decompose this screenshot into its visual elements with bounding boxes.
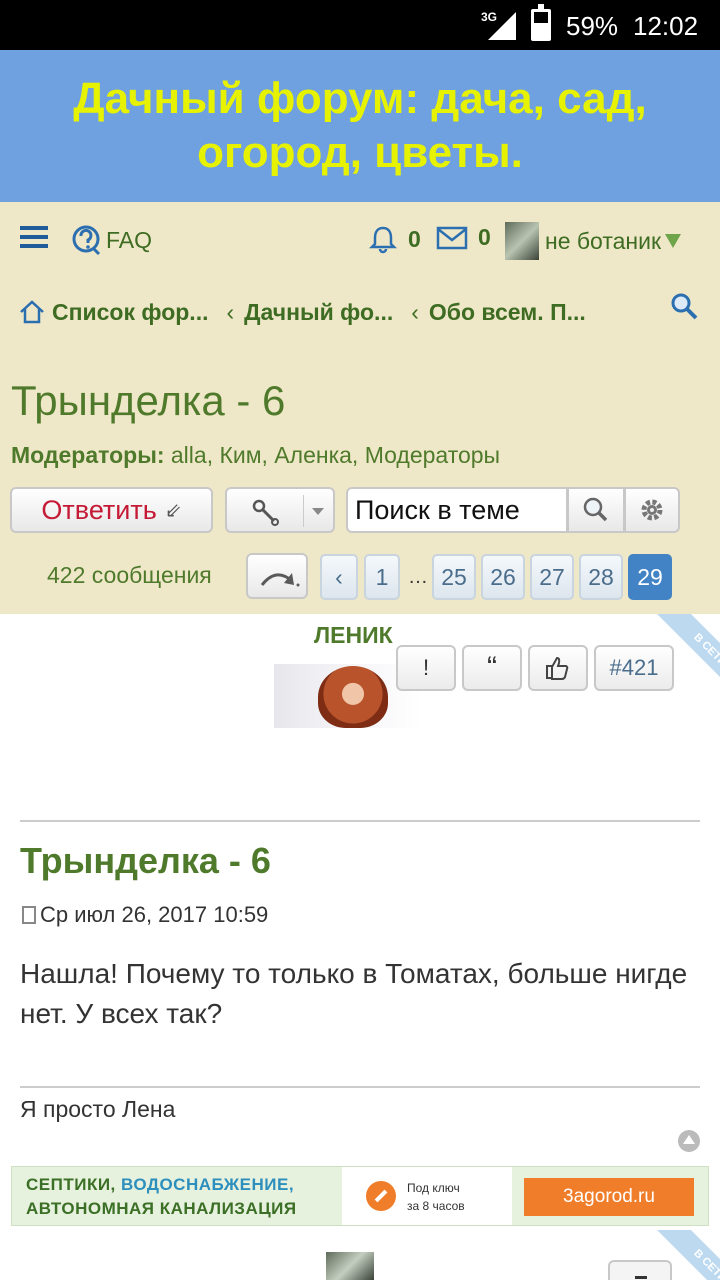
wrench-icon	[252, 499, 279, 526]
clock: 12:02	[633, 11, 699, 41]
message-count: 422 сообщения	[47, 562, 212, 588]
user-menu[interactable]: не ботаник	[505, 222, 682, 260]
breadcrumb-separator: ‹	[411, 298, 419, 325]
help-icon	[72, 225, 101, 256]
reply-arrow-icon: ⇙	[164, 499, 182, 522]
post-title[interactable]: Трынделка - 6	[20, 840, 271, 882]
breadcrumb: Список фор... ‹ Дачный фо... ‹ Обо всем.…	[18, 292, 718, 332]
dropdown-triangle-icon	[665, 234, 682, 248]
faq-link[interactable]: FAQ	[70, 224, 152, 256]
forum-title: Дачный форум: дача, сад, огород, цветы.	[73, 74, 647, 177]
breadcrumb-separator: ‹	[226, 298, 235, 325]
forum-banner[interactable]: Дачный форум: дача, сад, огород, цветы.	[0, 50, 720, 202]
ad-banner[interactable]: СЕПТИКИ, ВОДОСНАБЖЕНИЕ, АВТОНОМНАЯ КАНАЛ…	[11, 1166, 709, 1226]
page-28[interactable]: 28	[579, 554, 623, 600]
search-icon	[583, 497, 608, 522]
page-29-current[interactable]: 29	[628, 554, 672, 600]
post-number-link[interactable]: #421	[594, 645, 674, 691]
messages-button[interactable]: 0	[436, 224, 491, 251]
breadcrumb-item[interactable]: Список фор...	[52, 299, 208, 326]
gear-icon	[641, 499, 663, 521]
status-bar: 3G 59% 12:02	[0, 0, 720, 50]
page-27[interactable]: 27	[530, 554, 574, 600]
ad-line2: АВТОНОМНАЯ КАНАЛИЗАЦИЯ	[26, 1199, 297, 1218]
quote-button[interactable]: “	[462, 645, 522, 691]
breadcrumb-item[interactable]: Дачный фо...	[244, 299, 393, 326]
notifications-button[interactable]: 0	[368, 224, 421, 254]
wrench-icon	[366, 1181, 396, 1211]
post-author[interactable]: ЛЕНИК	[314, 622, 393, 649]
post-date-line: Ср июл 26, 2017 10:59	[22, 902, 268, 928]
post-date: Ср июл 26, 2017 10:59	[40, 902, 269, 927]
chevron-down-icon	[312, 508, 324, 515]
signal-icon	[488, 12, 516, 40]
page-25[interactable]: 25	[432, 554, 476, 600]
post-body: Нашла! Почему то только в Томатах, больш…	[20, 958, 688, 1029]
username: не ботаник	[545, 227, 662, 254]
home-icon[interactable]	[18, 298, 46, 326]
breadcrumb-item[interactable]: Обо всем. П...	[429, 299, 586, 326]
bell-icon	[368, 226, 398, 254]
thumbs-up-icon	[546, 656, 569, 680]
ad-cta-button[interactable]: 3agorod.ru	[524, 1178, 694, 1216]
divider	[20, 1086, 700, 1088]
next-post: В СЕТИ	[0, 1230, 720, 1280]
notifications-count: 0	[408, 225, 421, 252]
avatar[interactable]	[326, 1252, 374, 1280]
moderators-list[interactable]: alla, Ким, Аленка, Модераторы	[171, 442, 500, 468]
menu-icon[interactable]	[20, 226, 48, 250]
pagination-ellipsis: …	[408, 566, 428, 588]
faq-label: FAQ	[106, 226, 153, 253]
reply-label: Ответить	[41, 494, 157, 525]
document-icon	[22, 906, 36, 924]
topic-tools-button[interactable]	[225, 487, 335, 533]
moderators-line: Модераторы: alla, Ким, Аленка, Модератор…	[11, 442, 500, 469]
prev-page-button[interactable]: ‹	[320, 554, 358, 600]
ad-line1: СЕПТИКИ, ВОДОСНАБЖЕНИЕ,	[26, 1175, 295, 1194]
pagination: 422 сообщения ‹ 1 … 25 26 27 28 29	[0, 552, 720, 602]
topic-title[interactable]: Трынделка - 6	[11, 377, 285, 425]
user-avatar	[505, 222, 539, 260]
envelope-icon	[436, 226, 468, 249]
reply-button[interactable]: Ответить ⇙	[10, 487, 213, 533]
signature: Я просто Лена	[20, 1096, 176, 1122]
post: В СЕТИ ЛЕНИК ! “ #421 Трынделка - 6 Ср и…	[0, 614, 720, 1166]
topic-search-input[interactable]	[346, 487, 568, 533]
battery-percent: 59%	[566, 11, 619, 41]
back-to-top-icon[interactable]	[678, 1130, 700, 1152]
search-submit-button[interactable]	[567, 487, 625, 533]
battery-icon	[531, 4, 551, 41]
messages-count: 0	[478, 224, 491, 250]
divider	[20, 820, 700, 822]
page-26[interactable]: 26	[481, 554, 525, 600]
header-area: FAQ 0 0 не ботаник Список фор... ‹ Дачны…	[0, 202, 720, 614]
ad-middle: Под ключ за 8 часов	[342, 1167, 512, 1225]
search-icon[interactable]	[668, 290, 702, 324]
navbar: FAQ 0 0 не ботаник	[0, 202, 720, 277]
jump-to-page-button[interactable]	[246, 553, 308, 599]
report-button[interactable]	[608, 1260, 672, 1280]
like-button[interactable]	[528, 645, 588, 691]
moderators-label: Модераторы:	[11, 442, 165, 468]
advanced-search-button[interactable]	[624, 487, 680, 533]
report-button[interactable]: !	[396, 645, 456, 691]
jump-arrow-icon	[260, 573, 300, 587]
page-1[interactable]: 1	[364, 554, 400, 600]
